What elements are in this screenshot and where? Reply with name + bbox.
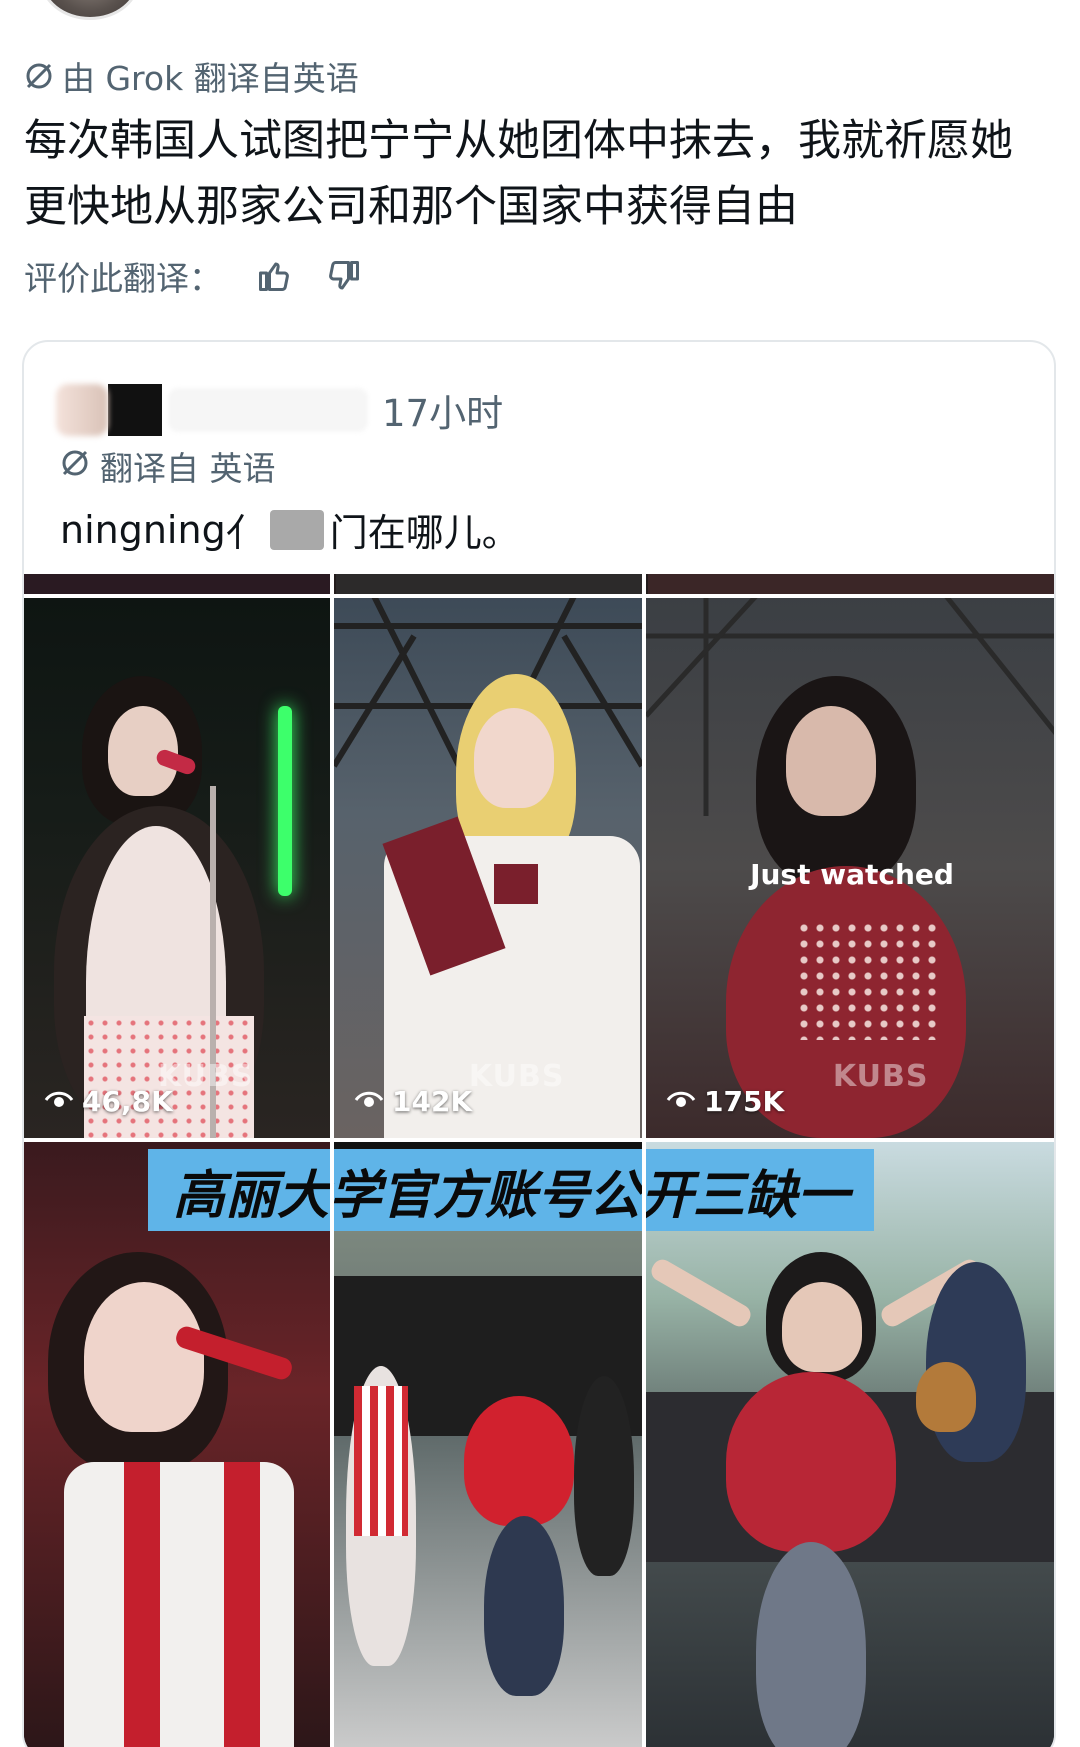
grid-divider — [642, 574, 646, 1138]
redaction-block — [108, 384, 162, 436]
video-tile-1[interactable]: KUBS 46,8K — [24, 596, 330, 1138]
author-avatar[interactable] — [40, 0, 140, 20]
view-count: 46,8K — [44, 1085, 173, 1118]
post-text: 每次韩国人试图把宁宁从她团体中抹去，我就祈愿她更快地从那家公司和那个国家中获得自… — [24, 116, 1013, 232]
view-count: 142K — [354, 1085, 472, 1118]
grid-divider — [330, 574, 334, 1138]
redaction-block — [269, 509, 324, 550]
quoted-translation-attribution: 翻译自 英语 — [60, 442, 276, 490]
slash-icon — [60, 447, 90, 486]
quoted-text-end: 门在哪儿。 — [329, 511, 520, 555]
rate-translation-row: 评价此翻译： — [24, 250, 388, 302]
view-count: 175K — [666, 1085, 784, 1118]
quoted-author-name-redacted — [168, 388, 368, 432]
grid-divider — [642, 1138, 646, 1747]
media-top-strip — [24, 574, 1054, 596]
translated-by-text: 由 Grok 翻译自英语 — [62, 59, 359, 98]
video-tile-2[interactable]: KUBS 142K — [334, 596, 642, 1138]
grid-divider — [24, 594, 1054, 598]
quoted-post-text: ningning 亻 门在哪儿。 — [60, 502, 520, 557]
eye-icon — [44, 1085, 74, 1118]
quoted-post-time[interactable]: 17小时 — [382, 383, 503, 437]
quoted-text-start: ningning — [60, 507, 226, 552]
video-tile-4[interactable] — [24, 1142, 330, 1747]
thumbs-up-icon[interactable] — [248, 250, 300, 302]
grid-divider — [330, 1138, 334, 1747]
translation-attribution: 由 Grok 翻译自英语 — [24, 52, 359, 100]
video-tile-3[interactable]: Just watched KUBS 175K — [646, 596, 1054, 1138]
quoted-text-mid: 亻 — [225, 511, 264, 555]
quoted-post-header: 17小时 — [56, 382, 503, 438]
just-watched-label: Just watched — [750, 858, 954, 891]
rate-translation-label: 评价此翻译： — [24, 259, 222, 298]
quoted-author-avatar-redacted[interactable] — [56, 384, 108, 436]
slash-icon — [24, 61, 54, 91]
eye-icon — [666, 1085, 696, 1118]
thumbs-down-icon[interactable] — [318, 250, 370, 302]
video-watermark: KUBS — [468, 1059, 565, 1094]
grid-divider — [24, 1138, 1054, 1142]
video-tile-6[interactable] — [646, 1142, 1054, 1747]
media-caption-banner: 高丽大学官方账号公开三缺一 — [148, 1149, 874, 1231]
eye-icon — [354, 1085, 384, 1118]
video-watermark: KUBS — [832, 1059, 929, 1094]
quoted-post-media[interactable]: KUBS 46,8K KUBS 142K Just watched KUBS 1… — [24, 574, 1054, 1747]
quoted-post-card[interactable]: 17小时 翻译自 英语 ningning 亻 门在哪儿。 KUBS 46,8K … — [22, 340, 1056, 1747]
quoted-translated-from: 翻译自 英语 — [100, 449, 276, 488]
video-tile-5[interactable] — [334, 1216, 642, 1747]
